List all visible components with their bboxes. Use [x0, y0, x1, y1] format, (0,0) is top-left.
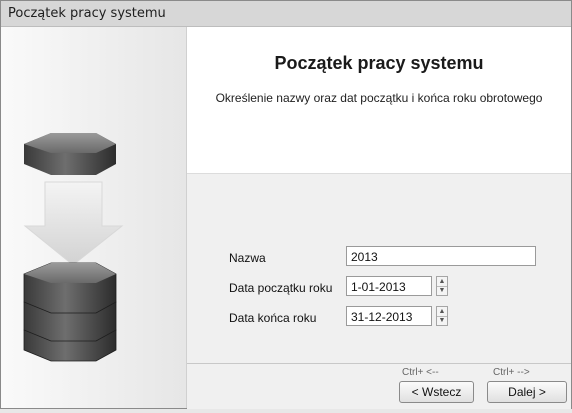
illustration-panel: [1, 27, 187, 408]
form-area: Nazwa 2013 Data początku roku 1-01-2013 …: [187, 173, 571, 364]
start-date-spinner[interactable]: ▲ ▼: [436, 276, 448, 296]
end-date-spinner[interactable]: ▲ ▼: [436, 306, 448, 326]
button-bar: Ctrl+ <-- Ctrl+ --> < Wstecz Dalej >: [187, 363, 571, 409]
end-date-label: Data końca roku: [229, 311, 317, 325]
database-icon: [24, 133, 116, 175]
name-label: Nazwa: [229, 251, 266, 265]
spin-down-icon[interactable]: ▼: [437, 286, 447, 295]
start-date-input[interactable]: 1-01-2013: [346, 276, 432, 296]
end-date-input[interactable]: 31-12-2013: [346, 306, 432, 326]
page-title: Początek pracy systemu: [274, 53, 484, 73]
name-input[interactable]: 2013: [346, 246, 536, 266]
page-subtitle: Określenie nazwy oraz dat początku i koń…: [215, 91, 543, 105]
next-button[interactable]: Dalej >: [487, 381, 567, 403]
spin-down-icon[interactable]: ▼: [437, 316, 447, 325]
start-date-label: Data początku roku: [229, 281, 333, 295]
wizard-window: Początek pracy systemu Początek pracy sy…: [0, 0, 572, 409]
arrow-down-icon: [23, 181, 124, 266]
title-bar: Początek pracy systemu: [1, 1, 571, 27]
wizard-content: Początek pracy systemu Określenie nazwy …: [187, 27, 571, 409]
database-stack-icon: [23, 262, 117, 362]
database-migration-illustration: [23, 133, 124, 362]
next-shortcut-hint: Ctrl+ -->: [493, 367, 530, 378]
back-shortcut-hint: Ctrl+ <--: [402, 367, 439, 378]
window-title: Początek pracy systemu: [8, 6, 166, 21]
back-button[interactable]: < Wstecz: [399, 381, 474, 403]
